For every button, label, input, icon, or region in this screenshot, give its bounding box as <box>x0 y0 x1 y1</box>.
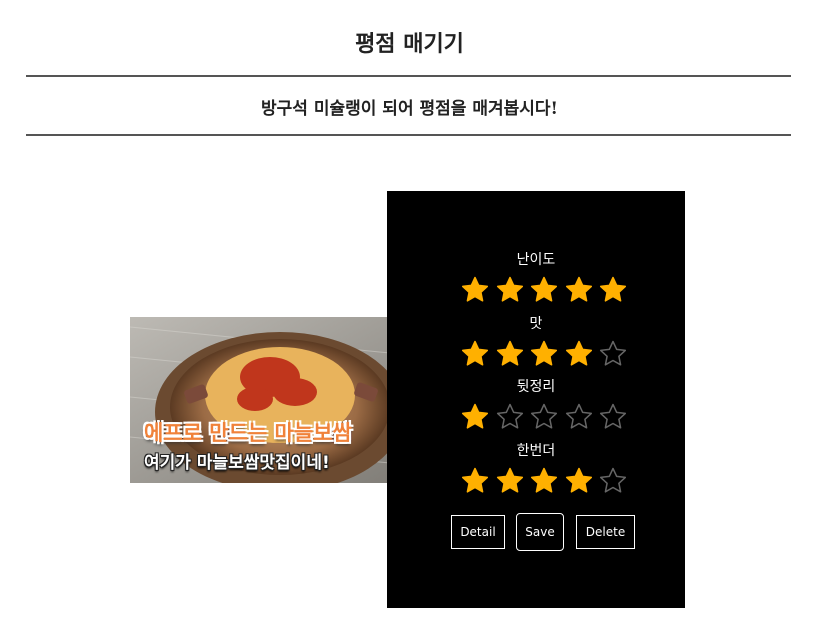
star-filled-icon[interactable] <box>529 466 559 496</box>
rating-label: 맛 <box>529 315 543 332</box>
star-rating[interactable] <box>460 466 630 496</box>
save-button[interactable]: Save <box>516 513 564 551</box>
star-empty-icon[interactable] <box>529 402 559 432</box>
star-empty-icon[interactable] <box>495 402 525 432</box>
divider-bottom <box>26 134 791 136</box>
star-filled-icon[interactable] <box>460 275 490 305</box>
star-rating[interactable] <box>460 339 630 369</box>
star-filled-icon[interactable] <box>495 466 525 496</box>
rating-label: 한번더 <box>516 442 556 459</box>
rating-label: 뒷정리 <box>516 379 556 395</box>
thumbnail-caption-sub: 여기가 마늘보쌈맛집이네! <box>144 453 330 473</box>
page-title: 평점 매기기 <box>355 31 464 57</box>
star-filled-icon[interactable] <box>460 466 490 496</box>
delete-button[interactable]: Delete <box>576 515 635 549</box>
star-filled-icon[interactable] <box>495 339 525 369</box>
star-empty-icon[interactable] <box>598 402 628 432</box>
page-subtitle: 방구석 미슐랭이 되어 평점을 매겨봅시다! <box>260 99 559 119</box>
star-filled-icon[interactable] <box>564 339 594 369</box>
star-filled-icon[interactable] <box>564 275 594 305</box>
star-filled-icon[interactable] <box>460 339 490 369</box>
star-filled-icon[interactable] <box>460 402 490 432</box>
star-filled-icon[interactable] <box>495 275 525 305</box>
divider-top <box>26 75 791 77</box>
star-empty-icon[interactable] <box>564 402 594 432</box>
star-filled-icon[interactable] <box>598 275 628 305</box>
star-empty-icon[interactable] <box>598 466 628 496</box>
recipe-thumbnail[interactable]: 에프로 만드는 마늘보쌈 여기가 마늘보쌈맛집이네! <box>130 317 430 483</box>
detail-button[interactable]: Detail <box>451 515 505 549</box>
star-filled-icon[interactable] <box>529 339 559 369</box>
rating-panel: Detail Save Delete 난이도맛뒷정리한번더 <box>387 191 685 608</box>
thumbnail-caption-main: 에프로 만드는 마늘보쌈 <box>144 421 352 445</box>
rating-label: 난이도 <box>516 252 556 268</box>
star-empty-icon[interactable] <box>598 339 628 369</box>
star-rating[interactable] <box>460 275 630 305</box>
star-rating[interactable] <box>460 402 630 432</box>
star-filled-icon[interactable] <box>529 275 559 305</box>
star-filled-icon[interactable] <box>564 466 594 496</box>
